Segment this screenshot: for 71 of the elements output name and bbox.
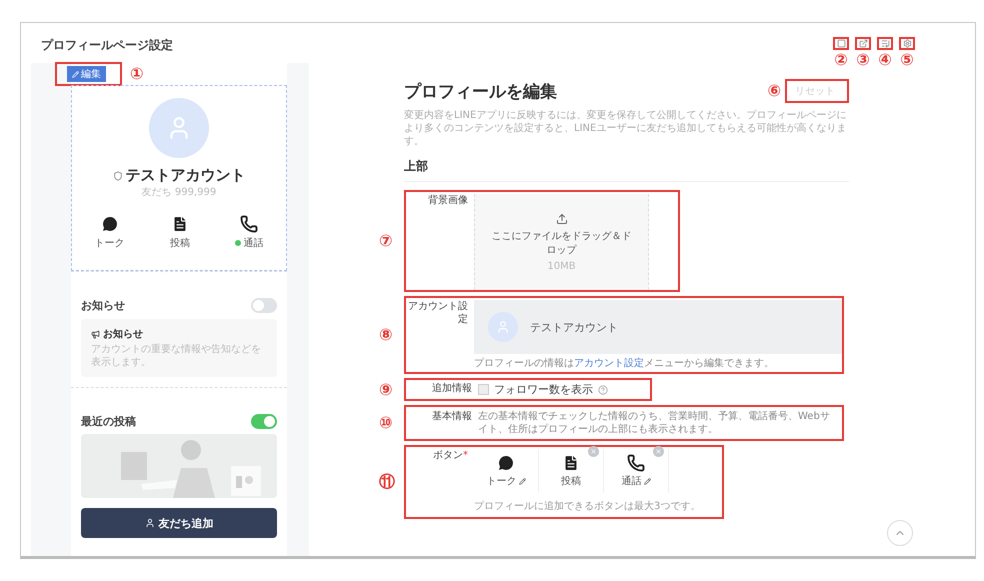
remove-button[interactable] bbox=[653, 446, 664, 457]
callout-number: ⑪ bbox=[379, 474, 395, 490]
upload-icon bbox=[556, 212, 568, 224]
callout-number: ⑤ bbox=[900, 52, 914, 68]
close-icon bbox=[655, 448, 662, 455]
pencil-icon bbox=[518, 478, 526, 484]
square-icon bbox=[836, 39, 846, 48]
speech-bubble-icon bbox=[100, 215, 119, 233]
field-label: 背景画像 bbox=[427, 194, 469, 207]
phone-icon bbox=[627, 454, 645, 472]
notice-title: お知らせ bbox=[103, 328, 143, 341]
button-option[interactable]: トーク bbox=[486, 474, 526, 488]
toggle[interactable] bbox=[251, 298, 277, 313]
pencil-icon bbox=[644, 478, 650, 484]
add-friend-button[interactable]: 友だち追加 bbox=[81, 508, 277, 538]
checkbox[interactable] bbox=[478, 384, 489, 395]
button-option[interactable]: 投稿 bbox=[561, 474, 581, 488]
info-text: 左の基本情報でチェックした情報のうち、営業時間、予算、電話番号、Webサイト、住所はプロフィールの上部にも表示されます。 bbox=[478, 410, 831, 436]
phone-icon bbox=[240, 215, 258, 233]
user-icon bbox=[496, 320, 510, 334]
callout-number: ⑨ bbox=[379, 382, 393, 398]
section-title: お知らせ bbox=[81, 298, 125, 313]
action-button[interactable]: 通話 bbox=[235, 215, 264, 250]
callout-number: ② bbox=[834, 52, 848, 68]
speech-bubble-icon bbox=[497, 454, 515, 472]
account-note: プロフィールの情報はアカウント設定メニューから編集できます。 bbox=[474, 356, 775, 370]
page-title: プロフィールページ設定 bbox=[41, 37, 173, 54]
action-button[interactable]: トーク bbox=[94, 215, 125, 250]
remove-button[interactable] bbox=[588, 446, 599, 457]
section-title: 最近の投稿 bbox=[81, 414, 136, 429]
toolbar-button[interactable] bbox=[877, 37, 893, 50]
description: 変更内容をLINEアプリに反映するには、変更を保存して公開してください。プロフィールページにより多くのコンテンツを設定すると、LINEユーザーに友だち追加してもらえる可能性が高くなります。 bbox=[404, 109, 848, 148]
callout-number: ⑩ bbox=[379, 415, 393, 431]
close-icon bbox=[590, 448, 597, 455]
friend-count: 友だち 999,999 bbox=[142, 186, 216, 199]
megaphone-icon bbox=[91, 330, 100, 338]
field-label: ボタン* bbox=[432, 449, 469, 462]
checkbox-label: フォロワー数を表示 bbox=[494, 382, 593, 397]
callout-number: ③ bbox=[856, 52, 870, 68]
toolbar-button[interactable] bbox=[855, 37, 871, 50]
account-settings-link[interactable]: アカウント設定 bbox=[574, 358, 644, 369]
toolbar-button[interactable] bbox=[899, 37, 915, 50]
help-icon bbox=[598, 384, 608, 394]
button-option[interactable]: 通話 bbox=[622, 474, 650, 488]
field-label: 基本情報 bbox=[431, 410, 473, 423]
user-icon bbox=[144, 518, 154, 528]
callout-number: ⑧ bbox=[379, 327, 393, 343]
field-label: アカウント設定 bbox=[407, 300, 469, 326]
buttons-note: プロフィールに追加できるボタンは最大3つです。 bbox=[474, 500, 700, 513]
field-label: 追加情報 bbox=[431, 382, 473, 395]
callout-number: ④ bbox=[878, 52, 892, 68]
shield-icon bbox=[112, 170, 122, 180]
toolbar-button[interactable] bbox=[833, 37, 849, 50]
drop-zone-text: ここにファイルをドラッグ＆ドロップ bbox=[490, 230, 632, 256]
settings-icon bbox=[902, 39, 912, 48]
callout-number: ① bbox=[130, 66, 144, 82]
editor-title: プロフィールを編集 bbox=[404, 80, 557, 102]
size-limit: 10MB bbox=[547, 260, 576, 272]
list-icon bbox=[880, 39, 890, 48]
callout-number: ⑥ bbox=[767, 83, 781, 99]
pencil-icon bbox=[72, 70, 79, 78]
toggle[interactable] bbox=[251, 414, 277, 429]
section-heading: 上部 bbox=[404, 158, 849, 182]
share-icon bbox=[858, 39, 868, 48]
edit-button[interactable]: 編集 bbox=[67, 66, 106, 82]
account-name: テストアカウント bbox=[530, 320, 618, 334]
callout-number: ⑦ bbox=[379, 233, 393, 249]
notice-text: アカウントの重要な情報や告知などを表示します。 bbox=[91, 343, 262, 369]
action-button[interactable]: 投稿 bbox=[170, 215, 190, 250]
account-name: テストアカウント bbox=[126, 166, 246, 185]
file-drop-zone[interactable]: ここにファイルをドラッグ＆ドロップ 10MB bbox=[474, 194, 649, 290]
